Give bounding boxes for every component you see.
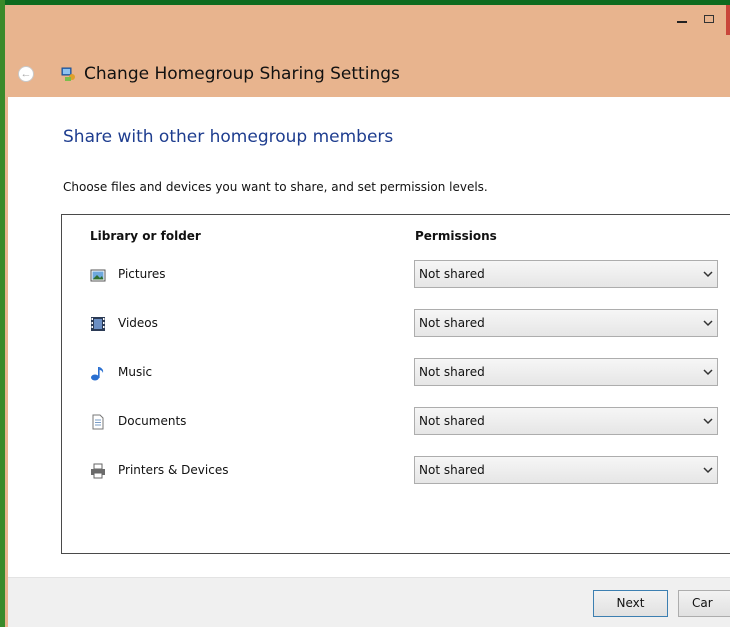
chevron-down-icon: [703, 467, 713, 474]
permission-value: Not shared: [419, 414, 485, 428]
permission-select-documents[interactable]: Not shared: [414, 407, 718, 435]
window-title: Change Homegroup Sharing Settings: [84, 64, 400, 84]
chevron-down-icon: [703, 369, 713, 376]
close-button[interactable]: [726, 5, 730, 35]
cancel-button[interactable]: Car: [678, 590, 730, 617]
table-row-videos: Videos Not shared: [62, 309, 730, 339]
sharing-table: Library or folder Permissions Pictures N…: [61, 214, 730, 554]
title-bar[interactable]: [5, 5, 730, 35]
content-pane: Share with other homegroup members Choos…: [8, 97, 730, 627]
printer-icon: [91, 463, 105, 479]
homegroup-window: ← Change Homegroup Sharing Settings Shar…: [5, 5, 730, 627]
pictures-icon: [90, 269, 106, 282]
page-heading: Share with other homegroup members: [63, 127, 394, 147]
music-icon: [91, 367, 104, 381]
row-label: Printers & Devices: [118, 463, 229, 477]
page-description: Choose files and devices you want to sha…: [63, 180, 488, 194]
column-header-permissions: Permissions: [415, 229, 497, 243]
homegroup-icon: [61, 67, 75, 81]
permission-value: Not shared: [419, 463, 485, 477]
table-row-documents: Documents Not shared: [62, 407, 730, 437]
footer-bar: Next Car: [8, 577, 730, 627]
column-header-library: Library or folder: [90, 229, 201, 243]
navigation-bar: ← Change Homegroup Sharing Settings: [5, 53, 730, 93]
table-row-music: Music Not shared: [62, 358, 730, 388]
table-row-printers: Printers & Devices Not shared: [62, 456, 730, 486]
chevron-down-icon: [703, 320, 713, 327]
row-label: Videos: [118, 316, 158, 330]
documents-icon: [92, 414, 104, 430]
permission-value: Not shared: [419, 267, 485, 281]
row-label: Pictures: [118, 267, 166, 281]
permission-select-music[interactable]: Not shared: [414, 358, 718, 386]
permission-select-videos[interactable]: Not shared: [414, 309, 718, 337]
table-row-pictures: Pictures Not shared: [62, 260, 730, 290]
permission-select-printers[interactable]: Not shared: [414, 456, 718, 484]
chevron-down-icon: [703, 271, 713, 278]
permission-select-pictures[interactable]: Not shared: [414, 260, 718, 288]
permission-value: Not shared: [419, 316, 485, 330]
minimize-button[interactable]: [677, 21, 687, 23]
chevron-down-icon: [703, 418, 713, 425]
row-label: Music: [118, 365, 153, 379]
videos-icon: [91, 317, 105, 331]
back-button[interactable]: ←: [18, 66, 34, 82]
back-arrow-icon: ←: [20, 68, 32, 80]
maximize-button[interactable]: [704, 15, 714, 23]
row-label: Documents: [118, 414, 187, 428]
next-button[interactable]: Next: [593, 590, 668, 617]
permission-value: Not shared: [419, 365, 485, 379]
